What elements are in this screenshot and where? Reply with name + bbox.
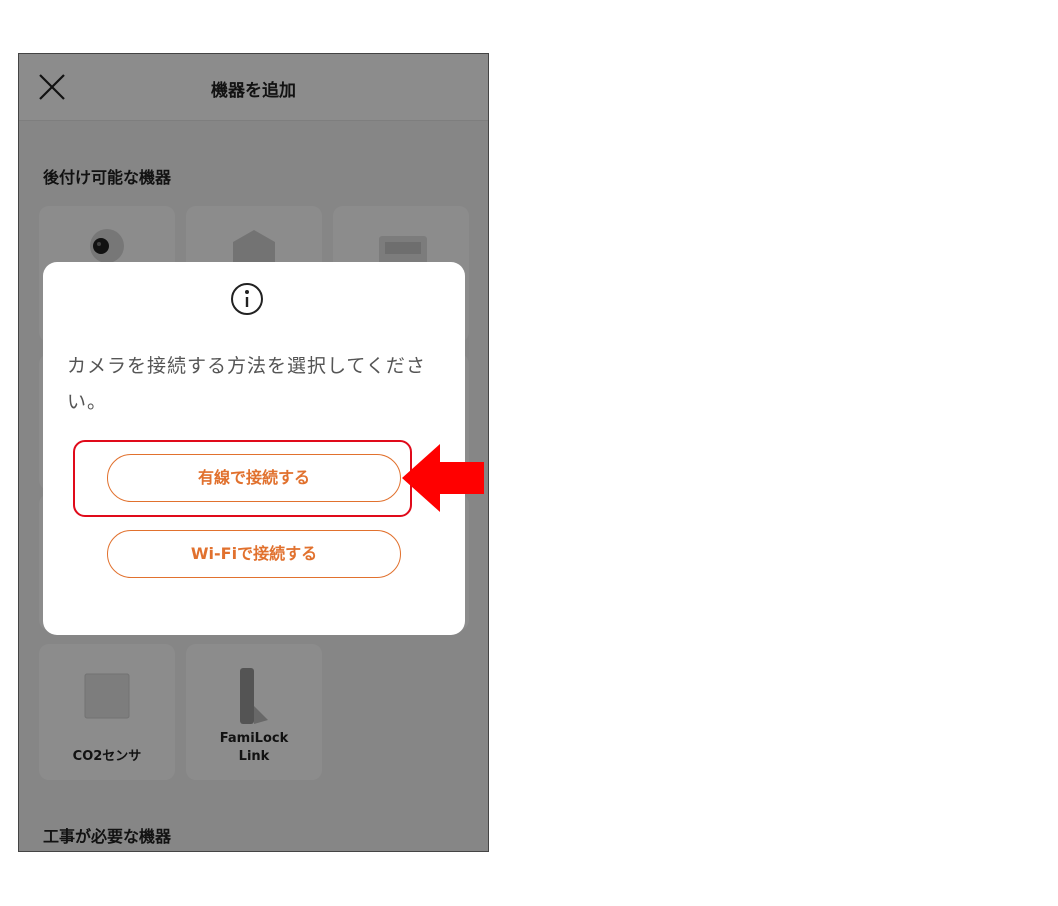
red-arrow-icon bbox=[402, 444, 484, 512]
wifi-connect-button[interactable]: Wi-Fiで接続する bbox=[107, 530, 401, 578]
dialog-message: カメラを接続する方法を選択してください。 bbox=[67, 355, 426, 413]
highlight-box bbox=[73, 440, 412, 517]
info-icon bbox=[231, 283, 263, 315]
